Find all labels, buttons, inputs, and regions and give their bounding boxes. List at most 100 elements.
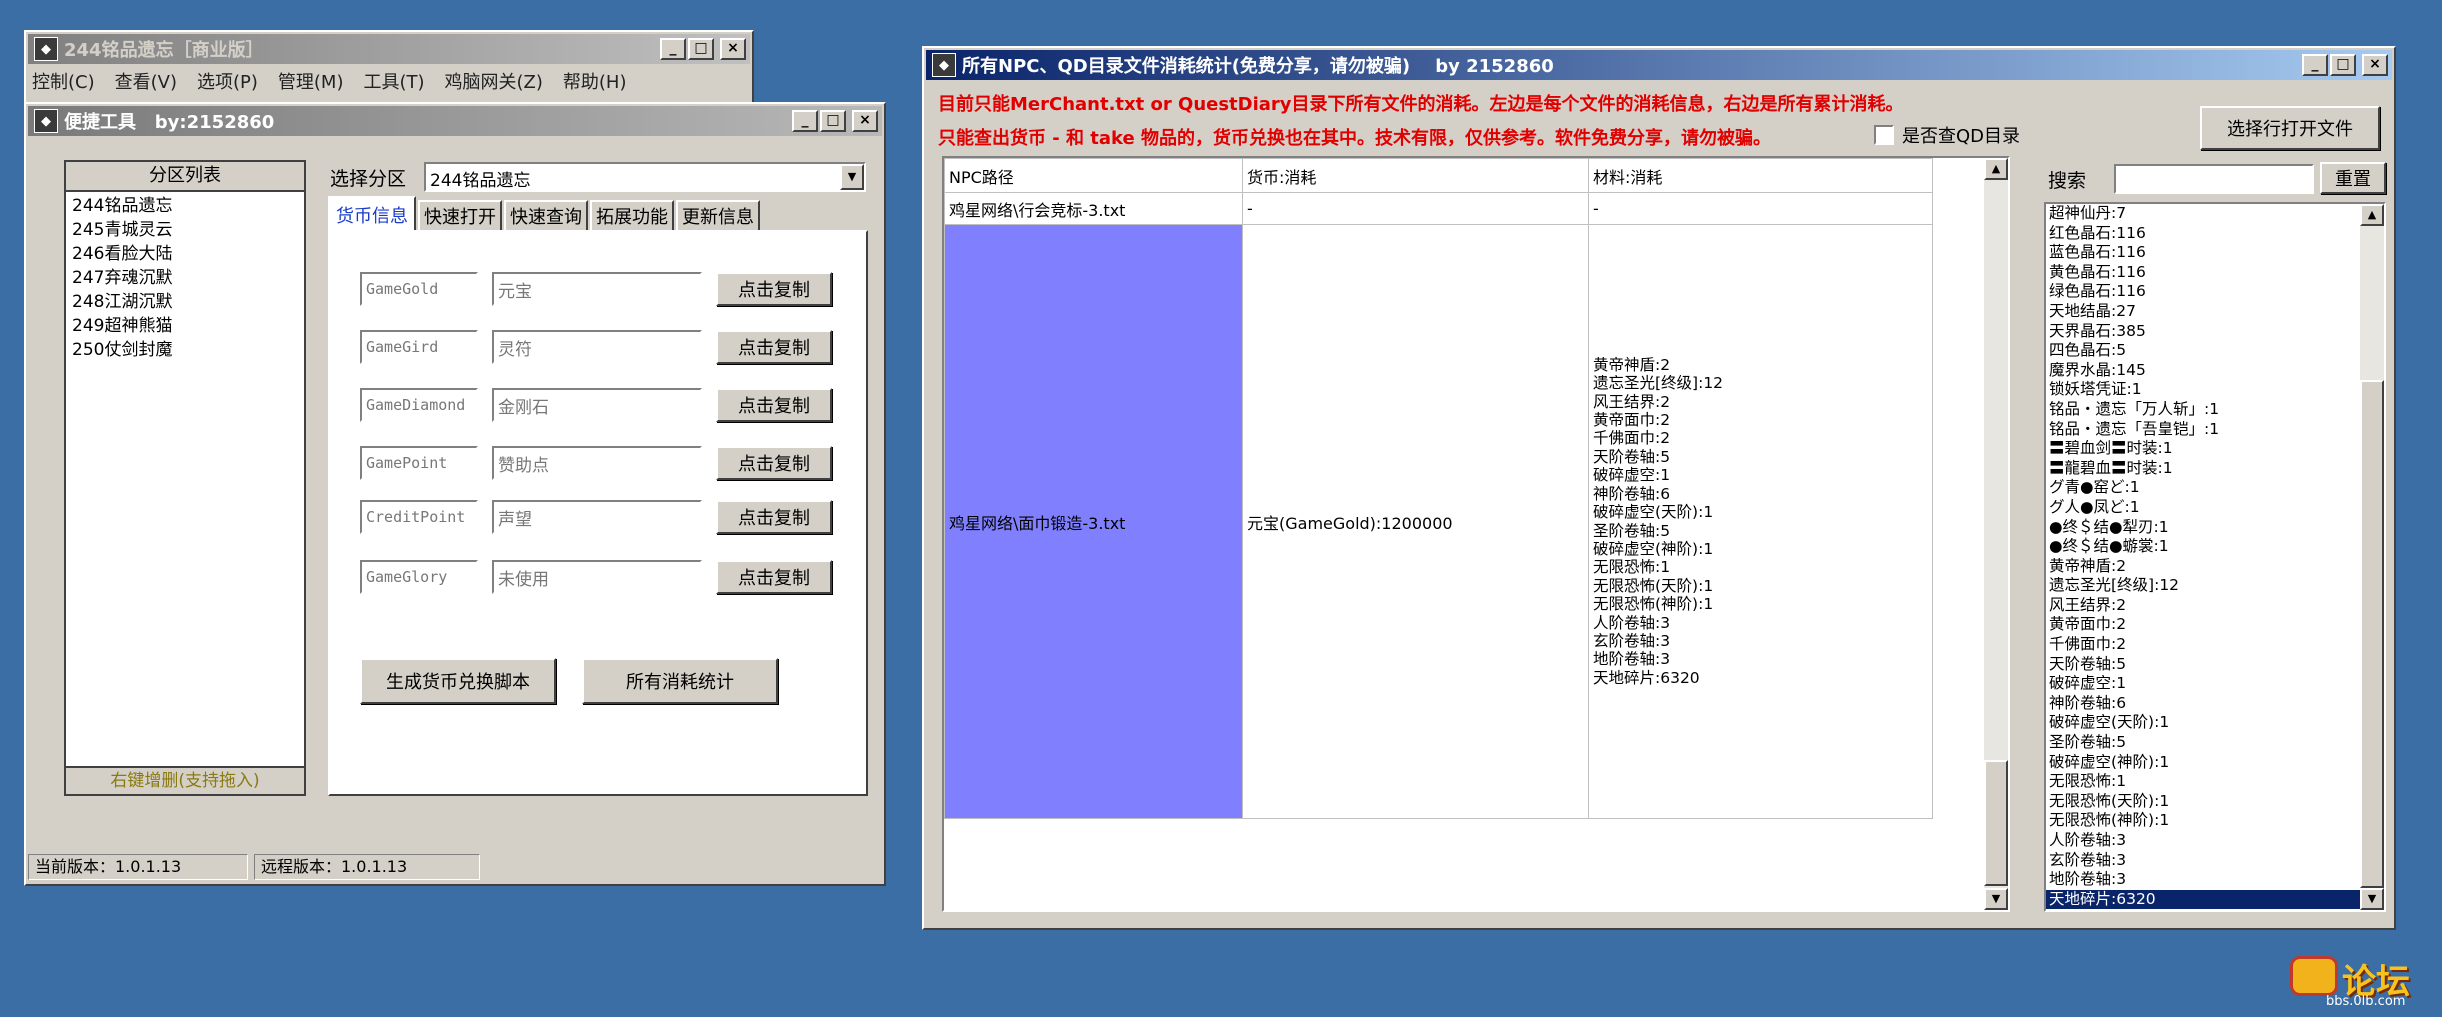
list-item[interactable]: グ青●窑ど:1 <box>2046 478 2360 498</box>
list-item[interactable]: 破碎虚空(神阶):1 <box>2046 753 2360 773</box>
minimize-icon[interactable]: _ <box>2302 54 2328 76</box>
list-item[interactable]: 圣阶卷轴:5 <box>2046 733 2360 753</box>
table-cell-materials[interactable]: - <box>1588 192 1933 225</box>
currency-code-field[interactable]: GameGlory <box>360 560 478 594</box>
totals-list[interactable]: 超神仙丹:7 红色晶石:116 蓝色晶石:116 黄色晶石:116 绿色晶石:116 天地… <box>2044 202 2386 912</box>
scroll-down-icon[interactable]: ▼ <box>2360 888 2384 910</box>
table-row[interactable]: 鸡星网络\行会竞标-3.txt - - <box>944 192 1933 225</box>
list-item[interactable]: 无限恐怖:1 <box>2046 772 2360 792</box>
currency-code-field[interactable]: CreditPoint <box>360 500 478 534</box>
column-header[interactable]: 货币:消耗 <box>1242 158 1589 193</box>
scroll-down-icon[interactable]: ▼ <box>1984 888 2008 910</box>
list-item[interactable]: 人阶卷轴:3 <box>2046 831 2360 851</box>
list-item[interactable]: 247弃魂沉默 <box>66 266 304 290</box>
table-cell-currency[interactable]: - <box>1242 192 1589 225</box>
copy-button[interactable]: 点击复制 <box>716 388 832 422</box>
table-row[interactable]: 鸡星网络\面巾锻造-3.txt 元宝(GameGold):1200000 黄帝神… <box>944 224 1933 819</box>
currency-name-field[interactable]: 未使用 <box>492 560 702 594</box>
list-item[interactable]: 天界晶石:385 <box>2046 322 2360 342</box>
list-item[interactable]: 绿色晶石:116 <box>2046 282 2360 302</box>
tab-extensions[interactable]: 拓展功能 <box>590 200 674 230</box>
currency-code-field[interactable]: GameGird <box>360 330 478 364</box>
currency-name-field[interactable]: 赞助点 <box>492 446 702 480</box>
list-item[interactable]: 246看脸大陆 <box>66 242 304 266</box>
open-selected-file-button[interactable]: 选择行打开文件 <box>2200 106 2380 150</box>
maximize-icon[interactable]: □ <box>688 38 714 60</box>
scroll-up-icon[interactable]: ▲ <box>2360 204 2384 226</box>
list-item[interactable]: 地阶卷轴:3 <box>2046 870 2360 890</box>
list-item[interactable]: 〓龍碧血〓时装:1 <box>2046 459 2360 479</box>
list-item[interactable]: 天地碎片:6320 <box>2046 889 2360 910</box>
list-item[interactable]: 248江湖沉默 <box>66 290 304 314</box>
scroll-thumb[interactable] <box>2360 380 2384 888</box>
copy-button[interactable]: 点击复制 <box>716 330 832 364</box>
table-cell-path[interactable]: 鸡星网络\面巾锻造-3.txt <box>944 224 1243 819</box>
copy-button[interactable]: 点击复制 <box>716 272 832 306</box>
table-cell-currency[interactable]: 元宝(GameGold):1200000 <box>1242 224 1589 819</box>
list-item[interactable]: 破碎虚空:1 <box>2046 674 2360 694</box>
currency-name-field[interactable]: 灵符 <box>492 330 702 364</box>
scroll-thumb[interactable] <box>1984 760 2008 886</box>
tab-update-info[interactable]: 更新信息 <box>676 200 760 230</box>
list-item[interactable]: 天地结晶:27 <box>2046 302 2360 322</box>
currency-name-field[interactable]: 元宝 <box>492 272 702 306</box>
copy-button[interactable]: 点击复制 <box>716 560 832 594</box>
menu-options[interactable]: 选项(P) <box>197 68 258 94</box>
tab-currency-info[interactable]: 货币信息 <box>328 196 416 232</box>
generate-exchange-script-button[interactable]: 生成货币兑换脚本 <box>360 658 556 704</box>
reset-button[interactable]: 重置 <box>2320 162 2386 194</box>
list-item[interactable]: 244铭品遗忘 <box>66 194 304 218</box>
currency-name-field[interactable]: 金刚石 <box>492 388 702 422</box>
table-scrollbar[interactable]: ▲ ▼ <box>1984 158 2008 910</box>
tab-quick-open[interactable]: 快速打开 <box>418 200 502 230</box>
column-header[interactable]: 材料:消耗 <box>1588 158 1933 193</box>
chevron-down-icon[interactable]: ▼ <box>840 164 864 190</box>
list-item[interactable]: 天阶卷轴:5 <box>2046 655 2360 675</box>
list-item[interactable]: グ人●凤ど:1 <box>2046 498 2360 518</box>
search-input[interactable] <box>2114 164 2314 194</box>
menu-gateway[interactable]: 鸡脑网关(Z) <box>445 68 543 94</box>
list-item[interactable]: 无限恐怖(天阶):1 <box>2046 792 2360 812</box>
list-item[interactable]: 破碎虚空(天阶):1 <box>2046 713 2360 733</box>
list-item[interactable]: 249超神熊猫 <box>66 314 304 338</box>
list-item[interactable]: 千佛面巾:2 <box>2046 635 2360 655</box>
list-item[interactable]: 锁妖塔凭证:1 <box>2046 380 2360 400</box>
list-item[interactable]: 铭品・遗忘「万人斩」:1 <box>2046 400 2360 420</box>
back-window-titlebar[interactable]: ◆ 244铭品遗忘［商业版］ _ □ × <box>28 34 750 64</box>
currency-code-field[interactable]: GamePoint <box>360 446 478 480</box>
close-icon[interactable]: × <box>2362 54 2388 76</box>
all-consumption-stats-button[interactable]: 所有消耗统计 <box>582 658 778 704</box>
totals-scrollbar[interactable]: ▲ ▼ <box>2360 204 2384 910</box>
list-item[interactable]: 245青城灵云 <box>66 218 304 242</box>
table-cell-materials[interactable]: 黄帝神盾:2 遗忘圣光[终级]:12 风王结界:2 黄帝面巾:2 千佛面巾:2 天阶卷轴:… <box>1588 224 1933 819</box>
partition-list[interactable]: 244铭品遗忘 245青城灵云 246看脸大陆 247弃魂沉默 248江湖沉默 … <box>66 192 304 362</box>
minimize-icon[interactable]: _ <box>792 110 818 132</box>
minimize-icon[interactable]: _ <box>660 38 686 60</box>
list-item[interactable]: 风王结界:2 <box>2046 596 2360 616</box>
list-item[interactable]: 250仗剑封魔 <box>66 338 304 362</box>
currency-name-field[interactable]: 声望 <box>492 500 702 534</box>
list-item[interactable]: ●终＄结●犁刃:1 <box>2046 518 2360 538</box>
list-item[interactable]: 黄色晶石:116 <box>2046 263 2360 283</box>
list-item[interactable]: 黄帝面巾:2 <box>2046 615 2360 635</box>
list-item[interactable]: 红色晶石:116 <box>2046 224 2360 244</box>
copy-button[interactable]: 点击复制 <box>716 446 832 480</box>
maximize-icon[interactable]: □ <box>2330 54 2356 76</box>
checkbox-icon[interactable] <box>1874 125 1894 145</box>
list-item[interactable]: 黄帝神盾:2 <box>2046 557 2360 577</box>
tool-window-titlebar[interactable]: ◆ 便捷工具 by:2152860 _ □ × <box>28 106 882 136</box>
currency-code-field[interactable]: GameDiamond <box>360 388 478 422</box>
currency-code-field[interactable]: GameGold <box>360 272 478 306</box>
list-item[interactable]: 玄阶卷轴:3 <box>2046 851 2360 871</box>
close-icon[interactable]: × <box>720 38 746 60</box>
list-item[interactable]: 〓碧血剑〓时装:1 <box>2046 439 2360 459</box>
menu-help[interactable]: 帮助(H) <box>563 68 627 94</box>
close-icon[interactable]: × <box>852 110 878 132</box>
menu-tools[interactable]: 工具(T) <box>363 68 424 94</box>
list-item[interactable]: 铭品・遗忘「吾皇铠」:1 <box>2046 420 2360 440</box>
list-item[interactable]: 无限恐怖(神阶):1 <box>2046 811 2360 831</box>
stats-window-titlebar[interactable]: ◆ 所有NPC、QD目录文件消耗统计(免费分享，请勿被骗) by 2152860… <box>926 50 2392 80</box>
list-item[interactable]: 神阶卷轴:6 <box>2046 694 2360 714</box>
npc-table[interactable]: NPC路径 货币:消耗 材料:消耗 鸡星网络\行会竞标-3.txt - - 鸡星… <box>942 156 2010 912</box>
scroll-up-icon[interactable]: ▲ <box>1984 158 2008 180</box>
